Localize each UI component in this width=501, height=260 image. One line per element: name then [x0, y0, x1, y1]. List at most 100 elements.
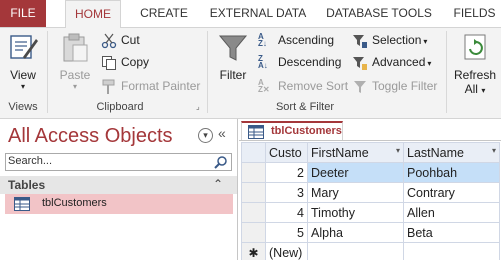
- chevron-down-icon: ▾: [427, 59, 432, 68]
- column-header-lastname[interactable]: LastName ▾: [403, 142, 500, 163]
- nav-search-placeholder: Search...: [8, 155, 53, 167]
- format-painter-button[interactable]: Format Painter: [101, 76, 200, 96]
- tab-create[interactable]: CREATE: [129, 0, 199, 27]
- tab-file[interactable]: FILE: [0, 0, 46, 27]
- nav-group-label: Tables: [8, 178, 46, 192]
- row-selector[interactable]: [241, 222, 266, 243]
- table-row[interactable]: 2 Deeter Poohbah: [241, 162, 500, 183]
- column-header-custo[interactable]: Custo: [265, 142, 308, 163]
- cell-firstname[interactable]: Alpha: [307, 222, 404, 243]
- document-tab-label: tblCustomers: [271, 125, 342, 137]
- remove-sort-icon: A Z✕: [258, 77, 270, 94]
- cell-lastname[interactable]: [403, 242, 500, 260]
- format-painter-label: Format Painter: [121, 79, 201, 93]
- tab-fields[interactable]: FIELDS: [448, 0, 501, 27]
- chevron-down-icon: ▾: [481, 86, 486, 95]
- paintbrush-icon: [101, 79, 117, 95]
- datasheet-grid: Custo FirstName ▾ LastName ▾ 2 Deeter Po…: [241, 142, 500, 260]
- funnel-icon: [218, 35, 248, 61]
- table-row[interactable]: 3 Mary Contrary: [241, 182, 500, 203]
- toggle-filter-icon: [352, 79, 368, 95]
- copy-button[interactable]: Copy: [101, 52, 149, 72]
- selection-filter-icon: [352, 33, 368, 49]
- paste-label: Paste: [59, 68, 91, 82]
- collapse-chevron-icon[interactable]: ⌃: [213, 177, 223, 191]
- nav-item-tblcustomers[interactable]: tblCustomers: [5, 194, 233, 214]
- nav-group-header-tables[interactable]: Tables ⌃: [0, 176, 237, 194]
- cell-id[interactable]: 5: [265, 222, 308, 243]
- paste-button[interactable]: Paste ▾: [56, 33, 94, 91]
- chevron-down-icon: ▾: [423, 37, 428, 46]
- new-record-row[interactable]: ✱ (New): [241, 242, 500, 260]
- refresh-all-button[interactable]: Refresh All ▾: [451, 33, 499, 97]
- advanced-filter-icon: [352, 55, 368, 71]
- scissors-icon: [101, 33, 117, 49]
- remove-sort-button[interactable]: A Z✕ Remove Sort: [258, 76, 348, 96]
- advanced-button[interactable]: Advanced ▾: [352, 52, 431, 72]
- remove-sort-label: Remove Sort: [278, 79, 349, 93]
- refresh-all-label: All ▾: [464, 82, 486, 96]
- chevron-down-icon: ▾: [395, 145, 400, 155]
- sort-descending-button[interactable]: Z A↓ Descending: [258, 52, 341, 72]
- search-icon[interactable]: [214, 155, 228, 169]
- cell-lastname[interactable]: Contrary: [403, 182, 500, 203]
- column-header-firstname[interactable]: FirstName ▾: [307, 142, 404, 163]
- advanced-label: Advanced: [372, 55, 426, 69]
- table-icon: [14, 197, 30, 214]
- group-separator: [207, 31, 208, 113]
- cut-label: Cut: [121, 33, 140, 47]
- cell-firstname[interactable]: [307, 242, 404, 260]
- chevron-down-icon: ▾: [491, 145, 496, 155]
- clipboard-group-label: Clipboard: [96, 101, 144, 113]
- selection-label: Selection: [372, 33, 422, 47]
- tab-external-data[interactable]: EXTERNAL DATA: [203, 0, 313, 27]
- view-button[interactable]: View ▾: [6, 33, 40, 91]
- ascending-label: Ascending: [278, 33, 335, 47]
- row-selector[interactable]: [241, 202, 266, 223]
- group-separator: [446, 31, 447, 113]
- view-icon: [10, 35, 38, 59]
- cell-firstname[interactable]: Deeter: [307, 162, 404, 183]
- nav-menu-chevron-icon[interactable]: ▾: [198, 128, 213, 143]
- nav-search-input[interactable]: Search...: [5, 153, 232, 171]
- cell-lastname[interactable]: Allen: [403, 202, 500, 223]
- descending-label: Descending: [278, 55, 342, 69]
- tab-database-tools[interactable]: DATABASE TOOLS: [318, 0, 440, 27]
- shutter-bar-open-close-icon[interactable]: «: [218, 125, 226, 141]
- sort-ascending-button[interactable]: A Z↓ Ascending: [258, 30, 334, 50]
- copy-icon: [101, 55, 117, 71]
- tab-home[interactable]: HOME: [65, 0, 121, 28]
- cell-id[interactable]: 4: [265, 202, 308, 223]
- sort-filter-group-label: Sort & Filter: [275, 101, 335, 113]
- refresh-icon: [464, 34, 486, 60]
- cell-id[interactable]: 3: [265, 182, 308, 203]
- row-selector[interactable]: [241, 182, 266, 203]
- dialog-launcher-icon[interactable]: ⌟: [196, 103, 204, 111]
- clipboard-icon: [63, 33, 88, 62]
- nav-item-label: tblCustomers: [42, 197, 107, 209]
- table-row[interactable]: 5 Alpha Beta: [241, 222, 500, 243]
- cell-new[interactable]: (New): [265, 242, 308, 260]
- cell-firstname[interactable]: Mary: [307, 182, 404, 203]
- new-record-icon[interactable]: ✱: [241, 242, 266, 260]
- view-label: View: [10, 68, 36, 82]
- cell-lastname[interactable]: Beta: [403, 222, 500, 243]
- tab-divider: [239, 140, 501, 141]
- row-selector[interactable]: [241, 162, 266, 183]
- filter-button[interactable]: Filter: [214, 33, 252, 85]
- document-tab-tblcustomers[interactable]: tblCustomers: [241, 121, 343, 141]
- cell-lastname[interactable]: Poohbah: [403, 162, 500, 183]
- select-all-cell[interactable]: [241, 142, 266, 163]
- refresh-label: Refresh: [453, 68, 497, 82]
- table-row[interactable]: 4 Timothy Allen: [241, 202, 500, 223]
- cut-button[interactable]: Cut: [101, 30, 140, 50]
- sort-ascending-icon: A Z↓: [258, 31, 267, 48]
- toggle-filter-button[interactable]: Toggle Filter: [352, 76, 437, 96]
- nav-pane-title[interactable]: All Access Objects: [8, 125, 173, 148]
- selection-button[interactable]: Selection ▾: [352, 30, 427, 50]
- cell-id[interactable]: 2: [265, 162, 308, 183]
- views-group-label: Views: [8, 101, 38, 113]
- chevron-down-icon: ▾: [72, 82, 77, 91]
- cell-firstname[interactable]: Timothy: [307, 202, 404, 223]
- chevron-down-icon: ▾: [20, 82, 25, 91]
